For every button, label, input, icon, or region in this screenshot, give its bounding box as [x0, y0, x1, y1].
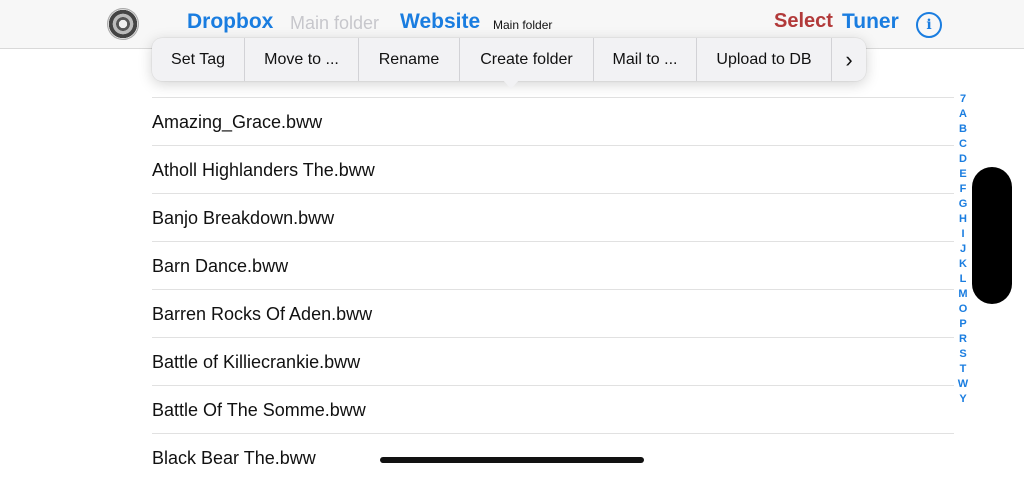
file-name: Banjo Breakdown.bww [152, 208, 335, 228]
file-name: Black Bear The.bww [152, 448, 316, 468]
select-button[interactable]: Select [774, 10, 833, 33]
list-item[interactable]: Banjo Breakdown.bww [152, 193, 954, 241]
mail-to-menu-item[interactable]: Mail to ... [594, 38, 697, 81]
index-letter[interactable]: K [959, 257, 967, 272]
website-button[interactable]: Website [400, 10, 480, 34]
index-letter[interactable]: M [958, 287, 967, 302]
dropbox-button[interactable]: Dropbox [187, 10, 273, 34]
file-name: Battle of Killiecrankie.bww [152, 352, 361, 372]
index-letter[interactable]: O [959, 302, 968, 317]
index-letter[interactable]: D [959, 152, 967, 167]
upload-to-db-menu-item[interactable]: Upload to DB [697, 38, 832, 81]
app-logo-icon[interactable] [107, 8, 139, 40]
context-menu-pointer [503, 80, 519, 89]
index-letter[interactable]: Y [959, 392, 966, 407]
file-name: Barn Dance.bww [152, 256, 289, 276]
home-indicator[interactable] [380, 457, 644, 463]
info-icon[interactable]: i [916, 12, 942, 38]
tuner-button[interactable]: Tuner [842, 10, 899, 34]
move-to-menu-item[interactable]: Move to ... [245, 38, 359, 81]
set-tag-menu-item[interactable]: Set Tag [152, 38, 245, 81]
file-name: Battle Of The Somme.bww [152, 400, 366, 420]
index-letter[interactable]: 7 [960, 92, 966, 107]
index-letter[interactable]: W [958, 377, 968, 392]
index-letter[interactable]: F [960, 182, 967, 197]
create-folder-menu-item[interactable]: Create folder [460, 38, 594, 81]
index-letter[interactable]: P [959, 317, 966, 332]
index-letter[interactable]: T [960, 362, 967, 377]
main-folder-button-disabled[interactable]: Main folder [290, 13, 379, 34]
index-letter[interactable]: B [959, 122, 967, 137]
context-menu: Set Tag Move to ... Rename Create folder… [152, 38, 866, 81]
scroll-thumb[interactable] [972, 167, 1012, 304]
list-item[interactable]: Barren Rocks Of Aden.bww [152, 289, 954, 337]
chevron-right-icon[interactable]: › [832, 38, 866, 81]
main-folder-label: Main folder [493, 18, 553, 32]
file-list: Amazing_Grace.bww Atholl Highlanders The… [152, 97, 954, 481]
index-letter[interactable]: C [959, 137, 967, 152]
list-item[interactable]: Atholl Highlanders The.bww [152, 145, 954, 193]
index-letter[interactable]: I [961, 227, 964, 242]
index-letter[interactable]: J [960, 242, 966, 257]
file-name: Atholl Highlanders The.bww [152, 160, 375, 180]
index-letter[interactable]: E [959, 167, 966, 182]
list-item[interactable]: Amazing_Grace.bww [152, 97, 954, 145]
index-letter[interactable]: S [959, 347, 966, 362]
index-letter[interactable]: G [959, 197, 968, 212]
rename-menu-item[interactable]: Rename [359, 38, 460, 81]
index-letter[interactable]: H [959, 212, 967, 227]
index-letter[interactable]: A [959, 107, 967, 122]
list-item[interactable]: Barn Dance.bww [152, 241, 954, 289]
list-item[interactable]: Battle Of The Somme.bww [152, 385, 954, 433]
index-letter[interactable]: R [959, 332, 967, 347]
list-item[interactable]: Battle of Killiecrankie.bww [152, 337, 954, 385]
section-index[interactable]: 7ABCDEFGHIJKLMOPRSTWY [956, 92, 970, 407]
index-letter[interactable]: L [960, 272, 967, 287]
file-name: Barren Rocks Of Aden.bww [152, 304, 373, 324]
file-name: Amazing_Grace.bww [152, 112, 323, 132]
